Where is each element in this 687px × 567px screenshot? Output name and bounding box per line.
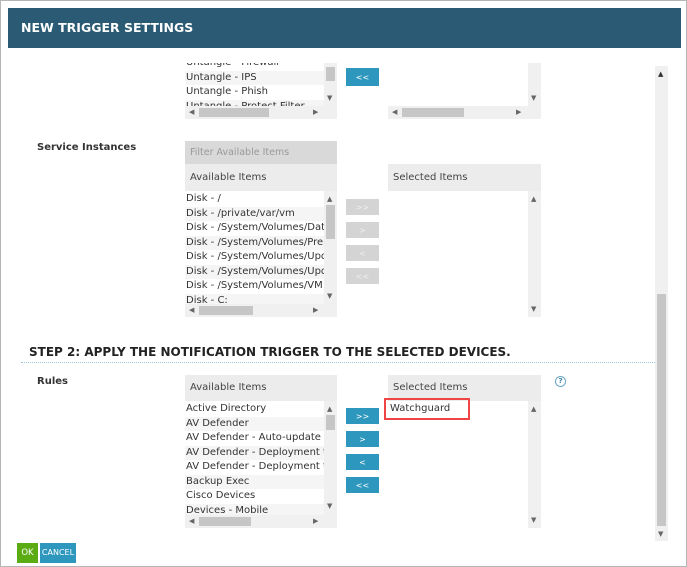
- rules-selected-vscroll[interactable]: ▲ ▼: [528, 401, 541, 528]
- service-instances-label: Service Instances: [37, 142, 137, 153]
- help-icon[interactable]: ?: [555, 376, 566, 387]
- list-item[interactable]: Untangle - IPS: [185, 70, 324, 85]
- list-item[interactable]: AV Defender - Deployment to Servers: [185, 445, 324, 460]
- si-selected-list[interactable]: [388, 191, 528, 317]
- rules-label: Rules: [37, 376, 68, 387]
- list-item[interactable]: Disk - /System/Volumes/Update: [185, 250, 324, 265]
- ok-button[interactable]: OK: [17, 543, 38, 563]
- si-remove-button[interactable]: <: [345, 244, 380, 262]
- rules-available-header: Available Items: [185, 375, 337, 401]
- si-available-list[interactable]: Disk - / Disk - /private/var/vm Disk - /Sy…: [185, 191, 324, 304]
- si-available-header: Available Items: [185, 164, 337, 191]
- list-item[interactable]: Untangle - Firewall: [185, 63, 324, 71]
- si-add-all-button[interactable]: >>: [345, 198, 380, 216]
- list-item[interactable]: Devices - Mobile: [185, 503, 324, 515]
- rules-remove-all-button[interactable]: <<: [345, 476, 380, 494]
- dialog-title: NEW TRIGGER SETTINGS: [8, 8, 681, 48]
- main-vscroll-thumb[interactable]: [657, 294, 666, 526]
- list-item[interactable]: Untangle - Phish: [185, 85, 324, 100]
- si-selected-vscroll[interactable]: ▲ ▼: [528, 191, 541, 317]
- list-item[interactable]: Disk - /System/Volumes/Update/mnt1: [185, 264, 324, 279]
- si-remove-all-button[interactable]: <<: [345, 267, 380, 285]
- rules-remove-button[interactable]: <: [345, 453, 380, 471]
- rules-available-vscroll[interactable]: ▲ ▼: [324, 401, 337, 515]
- si-add-button[interactable]: >: [345, 221, 380, 239]
- top-available-list[interactable]: Untangle - FirewallUntangle - IPSUntangl…: [185, 63, 324, 106]
- rules-available-hscroll[interactable]: ◀ ▶: [185, 515, 337, 528]
- list-item[interactable]: Disk - /System/Volumes/Data: [185, 221, 324, 236]
- list-item[interactable]: Disk - /: [185, 192, 324, 207]
- list-item[interactable]: Backup Exec: [185, 474, 324, 489]
- si-available-hscroll[interactable]: ◀ ▶: [185, 304, 337, 317]
- top-available-vscroll[interactable]: ▼: [324, 63, 337, 106]
- rules-available-list[interactable]: Active Directory AV Defender AV Defender -…: [185, 401, 324, 515]
- selected-item-watchguard[interactable]: Watchguard: [384, 398, 470, 420]
- list-item[interactable]: Active Directory: [185, 402, 324, 417]
- filter-available-input[interactable]: [185, 141, 337, 164]
- si-available-vscroll[interactable]: ▲ ▼: [324, 191, 337, 304]
- top-selected-vscroll[interactable]: ▼: [528, 63, 541, 106]
- rules-add-button[interactable]: >: [345, 430, 380, 448]
- list-item[interactable]: Disk - /System/Volumes/Preboot: [185, 235, 324, 250]
- list-item[interactable]: Disk - /System/Volumes/VM: [185, 279, 324, 294]
- cancel-button[interactable]: CANCEL: [40, 543, 76, 563]
- rules-add-all-button[interactable]: >>: [345, 407, 380, 425]
- si-selected-header: Selected Items: [388, 164, 541, 191]
- step2-title: STEP 2: APPLY THE NOTIFICATION TRIGGER T…: [29, 345, 511, 359]
- list-item[interactable]: AV Defender - Auto-update configuration: [185, 431, 324, 446]
- rules-selected-list[interactable]: [388, 401, 528, 528]
- top-remove-all-button[interactable]: <<: [345, 67, 380, 87]
- top-available-hscroll[interactable]: ◀ ▶: [185, 106, 337, 119]
- list-item[interactable]: Cisco Devices: [185, 489, 324, 504]
- list-item[interactable]: AV Defender - Deployment to Workstations: [185, 460, 324, 475]
- list-item[interactable]: Disk - /private/var/vm: [185, 206, 324, 221]
- main-vscroll[interactable]: ▲ ▼: [655, 66, 668, 541]
- list-item[interactable]: Disk - C:: [185, 293, 324, 304]
- list-item[interactable]: AV Defender: [185, 416, 324, 431]
- divider: [21, 362, 655, 363]
- top-selected-hscroll[interactable]: ◀ ▶: [388, 106, 541, 119]
- step2-heading: STEP 2: APPLY THE NOTIFICATION TRIGGER T…: [29, 345, 511, 359]
